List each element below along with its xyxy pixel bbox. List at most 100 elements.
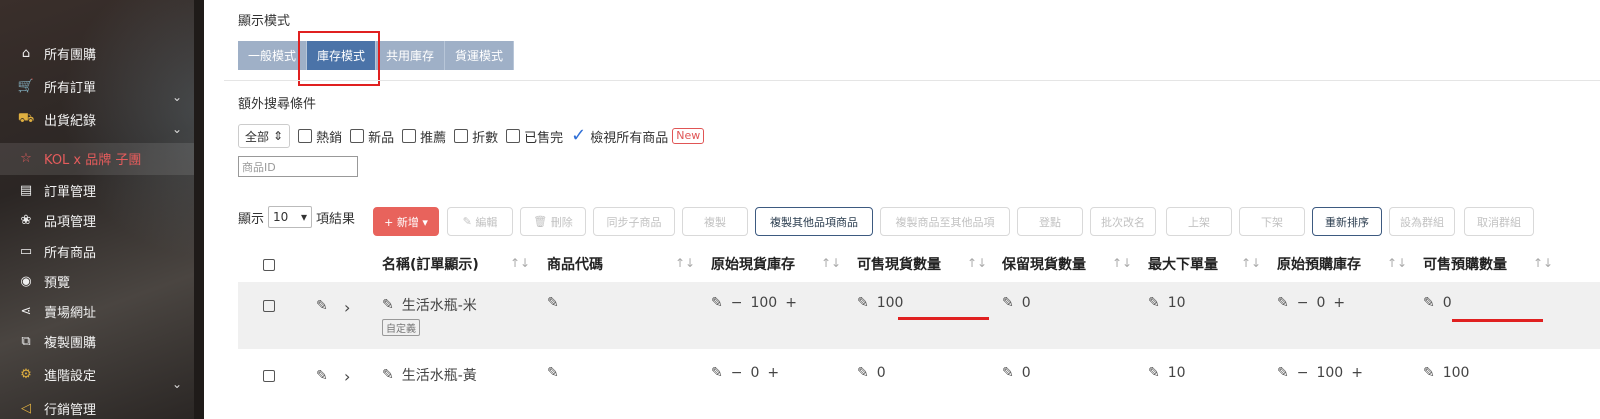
- pencil-icon: ✎: [1423, 295, 1435, 311]
- chevron-down-icon[interactable]: ⌄: [172, 377, 182, 391]
- cancel-group-button[interactable]: 取消群組: [1464, 207, 1534, 236]
- status-select[interactable]: 全部 ⇕: [238, 124, 291, 148]
- col-sellable-stock[interactable]: 可售現貨數量: [857, 254, 941, 274]
- pencil-icon: ✎: [1002, 365, 1014, 381]
- mode-shared-stock-button[interactable]: 共用庫存: [376, 41, 446, 70]
- filter-new-checkbox[interactable]: 新品: [350, 127, 394, 146]
- sort-icon[interactable]: ↑↓: [675, 256, 695, 270]
- sort-icon[interactable]: ↑↓: [967, 256, 987, 270]
- sidebar-item-all-orders[interactable]: 🛒 所有訂單: [18, 74, 198, 98]
- plus-icon[interactable]: +: [785, 295, 797, 311]
- pencil-icon: ✎: [316, 298, 328, 314]
- batch-rename-button[interactable]: 批次改名: [1090, 207, 1156, 236]
- plus-icon[interactable]: +: [1333, 295, 1345, 311]
- product-name[interactable]: ✎ 生活水瓶-黃: [382, 365, 477, 385]
- pencil-icon: ✎: [547, 365, 559, 381]
- chevron-right-icon[interactable]: ›: [344, 367, 350, 386]
- col-reserved-stock[interactable]: 保留現貨數量: [1002, 254, 1086, 274]
- col-orig-preorder[interactable]: 原始預購庫存: [1277, 254, 1361, 274]
- col-sellable-preorder[interactable]: 可售預購數量: [1423, 254, 1507, 274]
- copy-to-other-items-button[interactable]: 複製商品至其他品項: [880, 207, 1010, 236]
- product-code[interactable]: ✎: [547, 365, 559, 381]
- orig-stock-cell[interactable]: ✎ −0 +: [711, 365, 779, 381]
- chevron-down-icon[interactable]: ⌄: [172, 122, 182, 136]
- col-orig-stock[interactable]: 原始現貨庫存: [711, 254, 795, 274]
- view-all-products-checkbox[interactable]: ✓ 檢視所有商品 New: [571, 127, 705, 146]
- publish-button[interactable]: 上架: [1166, 207, 1232, 236]
- copy-other-items-button[interactable]: 複製其他品項商品: [755, 207, 873, 236]
- copy-button[interactable]: 複製: [682, 207, 748, 236]
- sellable-stock-cell[interactable]: ✎ 0: [857, 365, 886, 381]
- sort-icon[interactable]: ↑↓: [1387, 256, 1407, 270]
- megaphone-icon: ◁: [21, 400, 31, 416]
- page-size-select[interactable]: 10 ▾: [268, 206, 313, 228]
- col-name[interactable]: 名稱(訂單顯示): [382, 254, 479, 274]
- set-group-button[interactable]: 設為群組: [1389, 207, 1455, 236]
- minus-icon[interactable]: −: [1297, 295, 1309, 311]
- sidebar-item-shipping-records[interactable]: ⛟ 出貨紀錄: [18, 107, 198, 131]
- list-button[interactable]: 登點: [1017, 207, 1083, 236]
- highlight-box: [298, 31, 380, 86]
- sort-icon[interactable]: ↑↓: [1533, 256, 1553, 270]
- sidebar-item-item-management[interactable]: ❀ 品項管理: [18, 208, 198, 232]
- product-code[interactable]: ✎: [547, 295, 559, 311]
- pencil-icon: ✎: [1423, 365, 1435, 381]
- plus-icon[interactable]: +: [1351, 365, 1363, 381]
- plus-icon[interactable]: +: [767, 365, 779, 381]
- sidebar-item-preview[interactable]: ◉ 預覽: [18, 269, 198, 293]
- reserved-stock-cell[interactable]: ✎ 0: [1002, 295, 1031, 311]
- display-mode-label: 顯示模式: [238, 14, 291, 29]
- max-order-cell[interactable]: ✎ 10: [1148, 295, 1186, 311]
- chevron-right-icon[interactable]: ›: [344, 298, 350, 317]
- minus-icon[interactable]: −: [1297, 365, 1309, 381]
- chevron-down-icon[interactable]: ⌄: [172, 90, 182, 104]
- row-checkbox[interactable]: [263, 300, 275, 312]
- sync-children-button[interactable]: 同步子商品: [593, 207, 675, 236]
- pencil-icon: ✎: [1148, 365, 1160, 381]
- filter-hot-checkbox[interactable]: 熱銷: [298, 127, 342, 146]
- add-button[interactable]: + 新增 ▾: [373, 207, 439, 236]
- sidebar-item-marketing[interactable]: ◁ 行銷管理: [18, 396, 198, 419]
- sort-icon[interactable]: ↑↓: [1112, 256, 1132, 270]
- mode-shipping-button[interactable]: 貨運模式: [445, 41, 515, 70]
- sidebar-item-advanced-settings[interactable]: ⚙ 進階設定: [18, 362, 198, 386]
- sidebar-item-store-url[interactable]: ⋖ 賣場網址: [18, 299, 198, 323]
- filter-recommend-checkbox[interactable]: 推薦: [402, 127, 446, 146]
- reorder-button[interactable]: 重新排序: [1312, 207, 1382, 236]
- select-all-checkbox[interactable]: [263, 259, 275, 271]
- row-edit-icon[interactable]: ✎: [316, 298, 328, 314]
- sellable-preorder-cell[interactable]: ✎ 100: [1423, 365, 1469, 381]
- sidebar-item-all-products[interactable]: ▭ 所有商品: [18, 239, 198, 263]
- col-code[interactable]: 商品代碼: [547, 254, 603, 274]
- sort-icon[interactable]: ↑↓: [510, 256, 530, 270]
- col-max-order[interactable]: 最大下單量: [1148, 254, 1218, 274]
- unpublish-button[interactable]: 下架: [1239, 207, 1305, 236]
- product-id-input[interactable]: 商品ID: [238, 156, 358, 177]
- gear-icon: ⚙: [20, 366, 32, 382]
- filter-soldout-checkbox[interactable]: 已售完: [506, 127, 563, 146]
- sidebar-item-all-groupbuys[interactable]: ⌂ 所有團購: [18, 41, 198, 65]
- mode-normal-button[interactable]: 一般模式: [238, 41, 308, 70]
- sidebar-item-copy-groupbuy[interactable]: ⧉ 複製團購: [18, 329, 198, 353]
- orig-stock-cell[interactable]: ✎ −100 +: [711, 295, 797, 311]
- sellable-stock-cell[interactable]: ✎ 100: [857, 295, 903, 311]
- orig-preorder-cell[interactable]: ✎ −0 +: [1277, 295, 1345, 311]
- orig-preorder-cell[interactable]: ✎ −100 +: [1277, 365, 1363, 381]
- checkbox-box: [350, 129, 365, 143]
- sidebar-item-kol-brand[interactable]: ☆ KOL x 品牌 子團: [18, 146, 198, 170]
- sort-icon[interactable]: ↑↓: [1241, 256, 1261, 270]
- delete-button[interactable]: 🗑 刪除: [520, 207, 586, 236]
- reserved-stock-cell[interactable]: ✎ 0: [1002, 365, 1031, 381]
- sidebar-item-order-management[interactable]: ▤ 訂單管理: [18, 178, 198, 202]
- row-edit-icon[interactable]: ✎: [316, 368, 328, 384]
- sellable-preorder-cell[interactable]: ✎ 0: [1423, 295, 1452, 311]
- row-checkbox[interactable]: [263, 370, 275, 382]
- minus-icon[interactable]: −: [731, 295, 743, 311]
- pencil-icon: ✎: [1277, 295, 1289, 311]
- sort-icon[interactable]: ↑↓: [821, 256, 841, 270]
- edit-button[interactable]: ✎ 編輯: [447, 207, 513, 236]
- filter-discount-checkbox[interactable]: 折數: [454, 127, 498, 146]
- product-name[interactable]: ✎ 生活水瓶-米: [382, 295, 477, 315]
- max-order-cell[interactable]: ✎ 10: [1148, 365, 1186, 381]
- minus-icon[interactable]: −: [731, 365, 743, 381]
